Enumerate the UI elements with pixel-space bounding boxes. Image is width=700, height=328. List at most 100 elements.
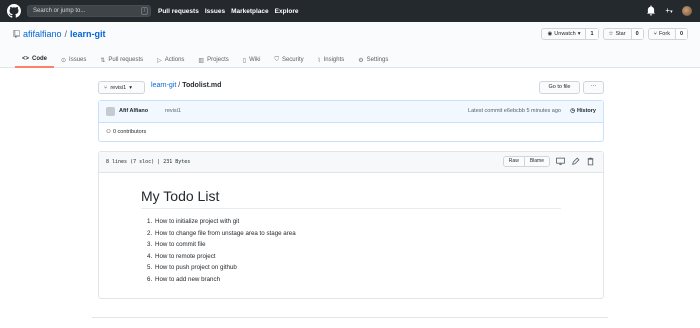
header-actions: +▾ [646, 5, 692, 16]
watch-count[interactable]: 1 [585, 29, 598, 39]
issue-icon: ⊙ [61, 57, 67, 64]
tab-actions[interactable]: ▷ Actions [150, 52, 191, 68]
repo-tabs: <> Code ⊙ Issues ⇅ Pull requests ▷ Actions ▥… [15, 52, 395, 68]
star-label: Star [615, 31, 626, 37]
pencil-icon[interactable] [571, 157, 580, 166]
list-item-text: How to remote project [155, 252, 216, 260]
star-button[interactable]: ☆ Star 0 [602, 28, 644, 40]
github-logo-icon[interactable] [7, 4, 21, 18]
go-to-file-button[interactable]: Go to file [539, 81, 580, 94]
nav-pull-requests[interactable]: Pull requests [158, 8, 199, 15]
watch-label: Unwatch [554, 31, 576, 37]
branch-icon: ⑂ [104, 84, 108, 91]
tab-projects[interactable]: ▥ Projects [191, 52, 235, 68]
list-item: 1. How to initialize project with git [147, 216, 561, 228]
author-avatar[interactable] [106, 107, 115, 116]
fork-icon: ⑂ [653, 31, 657, 37]
tab-projects-label: Projects [207, 57, 229, 63]
tab-security[interactable]: ⛉ Security [267, 52, 310, 68]
nav-marketplace[interactable]: Marketplace [231, 8, 269, 15]
breadcrumb-separator: / [178, 82, 181, 89]
chevron-down-icon: ▾ [129, 84, 132, 91]
shield-icon: ⛉ [274, 56, 279, 63]
tab-wiki-label: Wiki [249, 57, 261, 63]
todo-list: 1. How to initialize project with git 2. H… [141, 216, 561, 286]
fork-button[interactable]: ⑂ Fork 0 [647, 28, 688, 40]
graph-icon: ⌇ [317, 57, 321, 64]
history-label: History [577, 108, 596, 114]
breadcrumb-repo-link[interactable]: learn-git [151, 82, 176, 89]
contributors-info[interactable]: ⚇ 0 contributors [106, 129, 146, 135]
tab-code[interactable]: <> Code [15, 52, 55, 68]
global-header: Search or jump to... / Pull requests Iss… [0, 0, 700, 22]
tab-settings[interactable]: ⚙ Settings [351, 52, 395, 68]
repo-separator: / [64, 29, 68, 39]
tab-insights[interactable]: ⌇ Insights [311, 52, 352, 68]
list-item-number: 4. [147, 252, 153, 260]
list-item-number: 2. [147, 229, 153, 237]
fork-label: Fork [658, 31, 670, 37]
markdown-body: My Todo List 1. How to initialize project… [141, 188, 561, 286]
list-item: 6. How to add new branch [147, 274, 561, 286]
commit-author[interactable]: Afif Alfiano [119, 108, 148, 114]
list-item-text: How to initialize project with git [155, 218, 240, 225]
breadcrumb-file: Todolist.md [182, 82, 222, 89]
footer-divider [92, 317, 608, 318]
raw-button[interactable]: Raw [503, 157, 524, 166]
file-button-group: Raw Blame [502, 156, 550, 167]
search-input[interactable]: Search or jump to... / [27, 5, 151, 17]
file-info: 8 lines (7 sloc) | 231 Bytes [106, 159, 191, 165]
repo-name-link[interactable]: learn-git [70, 29, 106, 39]
list-item-text: How to change file from unstage area to … [155, 229, 296, 237]
list-item: 5. How to push project on github [147, 262, 561, 274]
tab-issues-label: Issues [69, 57, 87, 63]
breadcrumb: learn-git / Todolist.md [151, 82, 221, 89]
fork-count[interactable]: 0 [674, 29, 687, 39]
list-item-text: How to push project on github [155, 264, 237, 272]
tab-pull-requests-label: Pull requests [108, 57, 144, 63]
book-icon: ▯ [242, 57, 247, 64]
list-item-text: How to commit file [155, 241, 206, 249]
tab-wiki[interactable]: ▯ Wiki [236, 52, 268, 68]
search-shortcut-key: / [141, 7, 148, 15]
search-placeholder: Search or jump to... [33, 8, 86, 14]
tab-actions-label: Actions [164, 57, 185, 63]
tab-security-label: Security [281, 57, 304, 63]
nav-explore[interactable]: Explore [275, 8, 299, 15]
list-item-number: 3. [147, 241, 153, 249]
contributors-label: 0 contributors [112, 129, 147, 135]
list-item-number: 5. [147, 264, 153, 272]
star-count[interactable]: 0 [630, 29, 643, 39]
latest-commit-box: Afif Alfiano revisi1 Latest commit e6ebc… [98, 100, 604, 142]
latest-commit-info[interactable]: Latest commit e6ebcbb 5 minutes ago [468, 108, 561, 114]
tab-issues[interactable]: ⊙ Issues [54, 52, 93, 68]
repository-header: afifalfiano / learn-git ◉ Unwatch ▾ 1 ☆ Sta… [0, 22, 700, 68]
file-tools: Raw Blame [502, 156, 595, 167]
trash-icon[interactable] [586, 157, 595, 166]
code-icon: <> [22, 56, 30, 62]
repo-title: afifalfiano / learn-git [13, 29, 106, 39]
blame-button[interactable]: Blame [523, 157, 549, 166]
watch-button[interactable]: ◉ Unwatch ▾ 1 [541, 28, 599, 40]
tab-code-label: Code [32, 56, 48, 62]
desktop-icon[interactable] [556, 157, 565, 166]
file-header: 8 lines (7 sloc) | 231 Bytes Raw Blame [99, 152, 603, 173]
people-icon: ⚇ [106, 129, 111, 135]
repo-owner-link[interactable]: afifalfiano [23, 29, 62, 39]
nav-issues[interactable]: Issues [205, 8, 225, 15]
more-options-button[interactable]: ··· [583, 81, 604, 94]
list-item: 4. How to remote project [147, 251, 561, 263]
file-viewer: 8 lines (7 sloc) | 231 Bytes Raw Blame M… [98, 151, 604, 299]
play-icon: ▷ [157, 57, 162, 64]
branch-select-button[interactable]: ⑂ revisi1 ▾ [98, 81, 145, 94]
avatar[interactable] [682, 5, 692, 16]
list-item-number: 1. [147, 218, 153, 225]
list-item-text: How to add new branch [155, 275, 221, 283]
commit-message[interactable]: revisi1 [165, 108, 181, 114]
plus-icon[interactable]: +▾ [664, 5, 674, 16]
tab-pull-requests[interactable]: ⇅ Pull requests [93, 52, 150, 68]
project-icon: ▥ [198, 57, 205, 64]
bell-icon[interactable] [646, 5, 656, 16]
list-item-number: 6. [147, 275, 153, 283]
history-link[interactable]: ◷ History [570, 108, 596, 114]
